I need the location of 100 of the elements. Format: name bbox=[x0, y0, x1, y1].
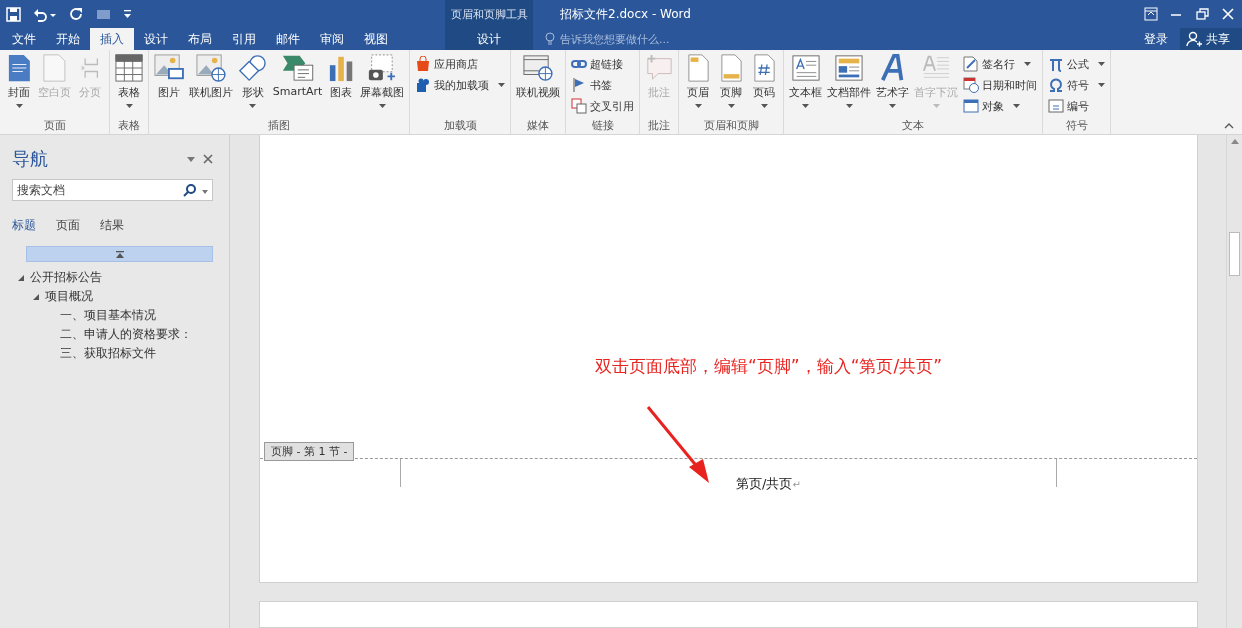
ribbon-button[interactable]: 应用商店 bbox=[413, 55, 508, 73]
search-icon[interactable] bbox=[183, 183, 197, 197]
heading-item[interactable]: 项目概况 bbox=[45, 289, 93, 304]
ribbon-button[interactable]: 文档部件 bbox=[825, 52, 874, 110]
ribbon-button[interactable]: 艺术字 bbox=[874, 52, 912, 110]
bar-chart-icon bbox=[328, 54, 355, 82]
shopping-bag-icon bbox=[415, 56, 432, 72]
ribbon-tab[interactable]: 引用 bbox=[222, 28, 266, 50]
online-video-icon bbox=[523, 54, 554, 82]
lightbulb-icon bbox=[545, 32, 555, 46]
ribbon-button[interactable]: 文本框 bbox=[787, 52, 825, 110]
ribbon-button[interactable]: 联机视频 bbox=[514, 52, 563, 102]
ribbon-display-icon[interactable] bbox=[1144, 7, 1158, 21]
heading-item[interactable]: 二、申请人的资格要求： bbox=[60, 327, 192, 342]
group-label: 插图 bbox=[267, 118, 292, 134]
ribbon-button[interactable]: 超链接 bbox=[569, 55, 637, 73]
group-label: 批注 bbox=[647, 118, 672, 134]
search-bar[interactable]: 搜索文档 bbox=[12, 179, 213, 201]
collapse-ribbon-icon[interactable] bbox=[1224, 123, 1234, 129]
ribbon-button[interactable]: 联机图片 bbox=[186, 52, 235, 102]
collapse-up-icon bbox=[115, 250, 124, 258]
table-icon bbox=[115, 54, 143, 82]
pane-tab[interactable]: 标题 bbox=[12, 217, 36, 234]
pane-tab[interactable]: 页面 bbox=[56, 217, 80, 234]
ribbon-tab[interactable]: 文件 bbox=[2, 28, 46, 50]
scroll-thumb[interactable] bbox=[1229, 232, 1240, 276]
ribbon-button[interactable]: 页眉 bbox=[682, 52, 715, 110]
screenshot-icon bbox=[367, 54, 398, 82]
ribbon-button[interactable]: 签名行 bbox=[961, 55, 1040, 73]
heading-item[interactable]: 三、获取招标文件 bbox=[60, 346, 156, 361]
ribbon-tab[interactable]: 审阅 bbox=[310, 28, 354, 50]
ribbon-button[interactable]: 我的加载项 bbox=[413, 76, 508, 94]
comment-icon bbox=[645, 54, 674, 82]
text-box-icon bbox=[791, 54, 820, 82]
number-icon bbox=[1048, 98, 1065, 114]
dropdown-caret-icon[interactable] bbox=[202, 190, 208, 194]
ribbon-button[interactable]: 表格 bbox=[113, 52, 145, 110]
redo-icon bbox=[69, 6, 84, 22]
ribbon-button[interactable]: 公式 bbox=[1046, 55, 1108, 73]
ribbon-button[interactable]: 形状 bbox=[235, 52, 270, 110]
ribbon-tab[interactable]: 邮件 bbox=[266, 28, 310, 50]
search-field[interactable]: 搜索文档 bbox=[15, 182, 183, 198]
heading-item[interactable]: 一、项目基本情况 bbox=[60, 308, 156, 323]
ribbon-button[interactable]: 图表 bbox=[325, 52, 358, 102]
footer-icon bbox=[720, 54, 742, 82]
ribbon-button[interactable]: 日期和时间 bbox=[961, 76, 1040, 94]
ribbon-button[interactable]: 符号 bbox=[1046, 76, 1108, 94]
group-label: 页面 bbox=[42, 118, 67, 134]
ribbon-tab[interactable]: 视图 bbox=[354, 28, 398, 50]
pi-icon bbox=[1048, 56, 1065, 72]
scroll-up-icon bbox=[1230, 139, 1239, 144]
ribbon-button[interactable]: 编号 bbox=[1046, 97, 1108, 115]
document-parts-icon bbox=[835, 54, 864, 82]
ribbon-button[interactable]: 封面 bbox=[3, 52, 35, 110]
footer-text[interactable]: 第页/共页↵ bbox=[656, 475, 801, 508]
omega-icon bbox=[1048, 77, 1065, 93]
ribbon-tab[interactable]: 设计 bbox=[134, 28, 178, 50]
ribbon-tab[interactable]: 布局 bbox=[178, 28, 222, 50]
dropdown-caret-icon[interactable] bbox=[187, 156, 195, 162]
group-label: 文本 bbox=[901, 118, 926, 134]
ribbon-button[interactable]: 书签 bbox=[569, 76, 637, 94]
sign-in-link[interactable]: 登录 bbox=[1132, 30, 1180, 48]
smartart-icon bbox=[280, 54, 315, 82]
calendar-clock-icon bbox=[963, 77, 980, 93]
ribbon-tab[interactable]: 开始 bbox=[46, 28, 90, 50]
group-label: 加载项 bbox=[442, 118, 478, 134]
page-number-icon bbox=[753, 54, 775, 82]
ribbon-tab[interactable]: 插入 bbox=[90, 28, 134, 50]
ribbon-button[interactable]: SmartArt bbox=[270, 52, 325, 100]
cover-page-icon bbox=[7, 54, 31, 82]
close-icon[interactable] bbox=[1220, 7, 1236, 21]
ribbon-button[interactable]: 图片 bbox=[152, 52, 186, 102]
ribbon-button[interactable]: 交叉引用 bbox=[569, 97, 637, 115]
signature-line-icon bbox=[963, 56, 980, 72]
shapes-icon bbox=[237, 54, 268, 82]
share-button[interactable]: 共享 bbox=[1180, 28, 1242, 50]
footer-tag: 页脚 - 第 1 节 - bbox=[264, 442, 355, 461]
blank-page-icon bbox=[43, 54, 66, 82]
group-label: 符号 bbox=[1064, 118, 1089, 134]
ribbon-button[interactable]: 页码 bbox=[748, 52, 781, 110]
window-title: 招标文件2.docx - Word bbox=[560, 5, 692, 23]
pane-tab[interactable]: 结果 bbox=[100, 217, 124, 234]
restore-icon[interactable] bbox=[1194, 7, 1210, 21]
picture-icon bbox=[154, 54, 184, 82]
group-label: 链接 bbox=[590, 118, 615, 134]
online-picture-icon bbox=[195, 54, 226, 82]
tell-me-field[interactable]: 告诉我您想要做什么... bbox=[545, 31, 1132, 47]
object-icon bbox=[963, 98, 980, 114]
group-label: 页眉和页脚 bbox=[702, 118, 760, 134]
puzzle-icon bbox=[415, 77, 432, 93]
ribbon-button[interactable]: 页脚 bbox=[715, 52, 748, 110]
ribbon-tab[interactable]: 设计 bbox=[467, 28, 511, 50]
ribbon-button[interactable]: 对象 bbox=[961, 97, 1040, 115]
pane-title: 导航 bbox=[12, 147, 48, 171]
customize-icon bbox=[123, 8, 132, 20]
save-icon bbox=[6, 6, 21, 22]
annotation-text: 双击页面底部，编辑“页脚”，输入“第页/共页” bbox=[594, 355, 943, 378]
heading-item[interactable]: 公开招标公告 bbox=[30, 270, 102, 285]
ribbon-button[interactable]: 屏幕截图 bbox=[358, 52, 407, 110]
close-icon[interactable] bbox=[203, 154, 213, 164]
